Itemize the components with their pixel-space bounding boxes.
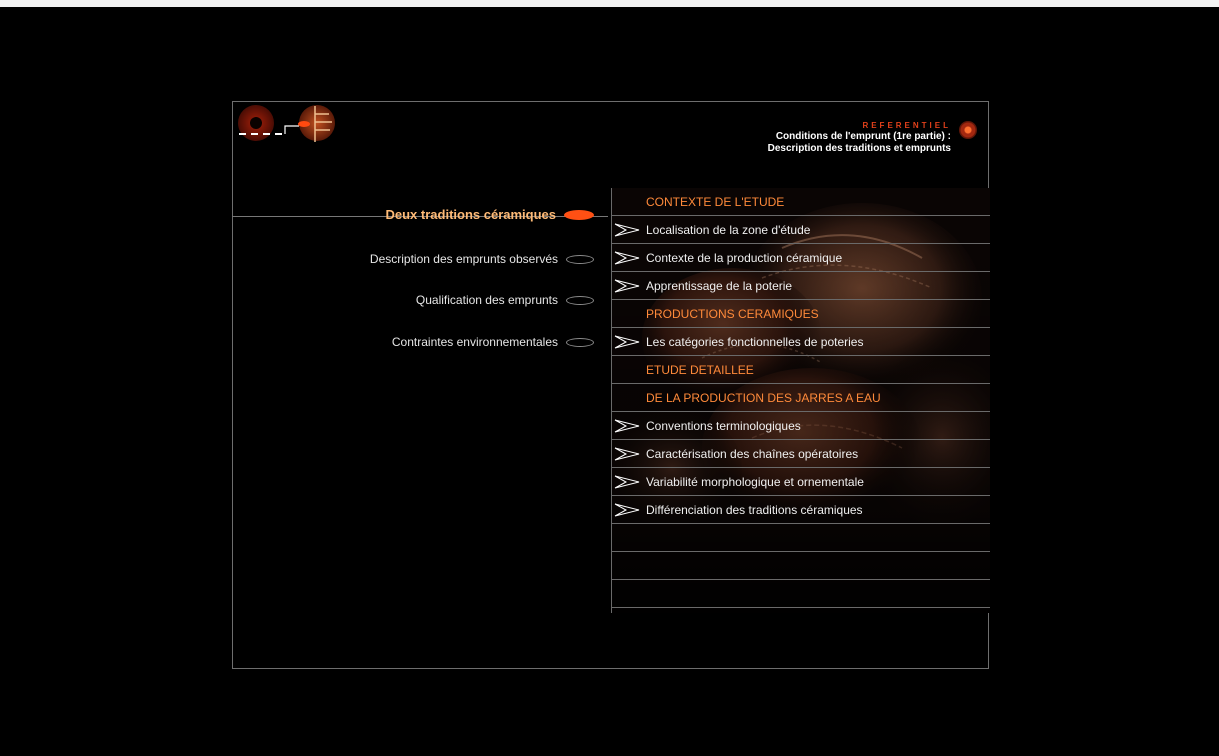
menu-item-label: Caractérisation des chaînes opératoires (646, 446, 859, 461)
section-label: REFERENTIEL (862, 121, 951, 130)
top-strip (0, 0, 1219, 7)
nav-item-label: Contraintes environnementales (391, 335, 558, 349)
menu-item-variabilite[interactable]: Variabilité morphologique et ornementale (612, 468, 990, 496)
menu-item-chaines[interactable]: Caractérisation des chaînes opératoires (612, 440, 990, 468)
arrow-right-icon (614, 475, 640, 488)
referentiel-icon[interactable] (959, 121, 977, 139)
logo-icon (238, 105, 335, 142)
menu-section-label: DE LA PRODUCTION DES JARRES A EAU (646, 390, 881, 405)
nav-item-label: Description des emprunts observés (369, 252, 558, 266)
nav-item-qualification[interactable]: Qualification des emprunts (416, 293, 594, 307)
arrow-right-icon (614, 251, 640, 264)
menu-empty-row (612, 552, 990, 580)
menu-item-contexte-production[interactable]: Contexte de la production céramique (612, 244, 990, 272)
menu-item-label: Localisation de la zone d'étude (646, 222, 811, 237)
menu-item-label: Conventions terminologiques (646, 418, 801, 433)
menu-section-jarres: DE LA PRODUCTION DES JARRES A EAU (612, 384, 990, 412)
menu-section-label: CONTEXTE DE L'ETUDE (646, 194, 785, 209)
menu-item-label: Les catégories fonctionnelles de poterie… (646, 334, 864, 349)
menu-item-conventions[interactable]: Conventions terminologiques (612, 412, 990, 440)
arrow-right-icon (614, 279, 640, 292)
subtitle-line-2: Description des traditions et emprunts (767, 143, 951, 154)
menu-section-etude: ETUDE DETAILLEE (612, 356, 990, 384)
nav-item-deux-traditions[interactable]: Deux traditions céramiques (385, 207, 594, 222)
menu-section-label: ETUDE DETAILLEE (646, 362, 754, 377)
bullet-icon (566, 254, 594, 264)
menu-item-label: Différenciation des traditions céramique… (646, 502, 863, 517)
menu-item-localisation[interactable]: Localisation de la zone d'étude (612, 216, 990, 244)
arrow-right-icon (614, 223, 640, 236)
nav-item-description-emprunts[interactable]: Description des emprunts observés (370, 252, 594, 266)
menu-section-label: PRODUCTIONS CERAMIQUES (646, 306, 819, 321)
arrow-right-icon (614, 447, 640, 460)
active-bullet-icon (564, 209, 594, 220)
right-menu: CONTEXTE DE L'ETUDE Localisation de la z… (611, 188, 990, 613)
arrow-right-icon (614, 335, 640, 348)
menu-item-label: Variabilité morphologique et ornementale (646, 474, 864, 489)
menu-empty-row (612, 524, 990, 552)
bullet-icon (566, 337, 594, 347)
menu-item-differenciation[interactable]: Différenciation des traditions céramique… (612, 496, 990, 524)
menu-item-apprentissage[interactable]: Apprentissage de la poterie (612, 272, 990, 300)
menu-item-label: Contexte de la production céramique (646, 250, 843, 265)
menu-empty-row (612, 580, 990, 608)
nav-item-contraintes[interactable]: Contraintes environnementales (392, 335, 594, 349)
bullet-icon (566, 295, 594, 305)
menu-section-contexte: CONTEXTE DE L'ETUDE (612, 188, 990, 216)
subtitle-line-1: Conditions de l'emprunt (1re partie) : (775, 131, 951, 142)
arrow-right-icon (614, 419, 640, 432)
page-header: REFERENTIEL Conditions de l'emprunt (1re… (681, 120, 981, 155)
menu-section-productions: PRODUCTIONS CERAMIQUES (612, 300, 990, 328)
menu-item-label: Apprentissage de la poterie (646, 278, 793, 293)
arrow-right-icon (614, 503, 640, 516)
nav-item-label: Qualification des emprunts (415, 293, 558, 307)
nav-item-label: Deux traditions céramiques (385, 207, 557, 222)
menu-item-categories[interactable]: Les catégories fonctionnelles de poterie… (612, 328, 990, 356)
